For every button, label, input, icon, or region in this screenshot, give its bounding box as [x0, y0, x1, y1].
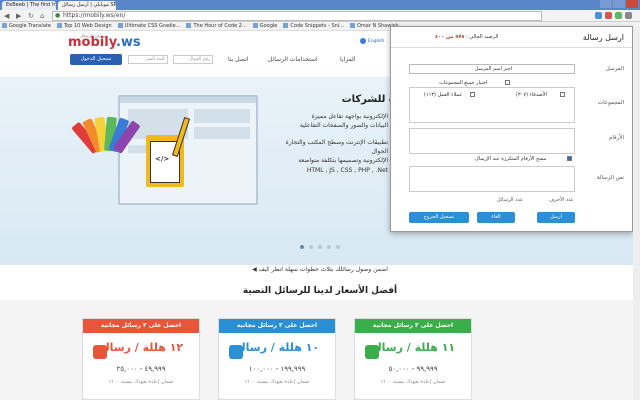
bookmark[interactable]: Code Snippets - Sni... [283, 22, 344, 30]
site-logo[interactable]: mobily.ws [68, 35, 141, 50]
card-note: ضمان إعادة نقودك بنسبة ١٠٠٪ [108, 379, 174, 385]
nav-features[interactable]: المزايا [340, 56, 355, 63]
groups-list: الأصدقاء (٣٠٧) عملاء العمل (١١٣) [409, 87, 575, 123]
nav-sms-uses[interactable]: استخدامات الرسائل [268, 56, 318, 63]
delete-repeated-checkbox[interactable] [567, 156, 572, 161]
send-message-modal: الرصيد الحالي : ٥٧٥ من ٤٠٠ ارسل رسالة ال… [390, 26, 633, 232]
hero-tech-line: HTML , JS , CSS , PHP , .Net [306, 167, 388, 174]
slider-dot[interactable] [309, 245, 313, 249]
bookmark[interactable]: Top 10 Web Design [56, 22, 112, 30]
menu-icon[interactable] [625, 12, 632, 19]
bookmark[interactable]: Google Translate [2, 22, 51, 30]
bookmark[interactable]: Ultimate CSS Gradie... [117, 22, 180, 30]
extension-icon[interactable] [595, 12, 602, 19]
message-label: نص الرسالة [596, 175, 624, 181]
hero-line: الجوال [371, 148, 389, 155]
nav-contact[interactable]: اتصل بنا [228, 56, 248, 63]
maximize-icon[interactable] [613, 0, 625, 8]
illustration-window [118, 95, 258, 205]
back-icon[interactable]: ◀ [4, 12, 9, 20]
slider-dot[interactable] [300, 245, 304, 249]
slider-dot[interactable] [327, 245, 331, 249]
refresh-icon[interactable]: ↻ [28, 12, 34, 20]
slider-dot[interactable] [318, 245, 322, 249]
card-header[interactable]: احصل على ٣ رسائل مجانية [83, 319, 199, 333]
card-note: ضمان إعادة نقودك بنسبة ١٠٠٪ [244, 379, 310, 385]
forward-icon[interactable]: ▶ [16, 12, 21, 20]
coins-icon [93, 345, 107, 359]
coins-icon [229, 345, 243, 359]
close-icon[interactable] [626, 0, 638, 8]
group-friends-checkbox[interactable] [560, 92, 565, 97]
home-icon[interactable]: ⌂ [40, 12, 44, 20]
hero-line: تطبيقات الإنترنت وسطح المكتب والتجارة [285, 139, 388, 146]
browser-tab[interactable]: EeBeeb | The first hybrid [2, 1, 56, 10]
bookmark[interactable]: Google [252, 22, 277, 30]
card-range: ١٩٩,٩٩٩ - ١٠٠,٠٠٠ [248, 365, 306, 373]
prices-title: أفضل الأسعار لدينا للرسائل النصية [242, 286, 398, 296]
card-header[interactable]: احصل على ٣ رسائل مجانية [219, 319, 335, 333]
send-button[interactable]: أرسل [537, 212, 575, 223]
select-all-groups-checkbox[interactable] [505, 80, 510, 85]
slider-dot[interactable] [336, 245, 340, 249]
group-clients-label: عملاء العمل (١١٣) [424, 92, 463, 98]
url-text: https://mobily.ws/en/ [63, 12, 126, 19]
extension-icon[interactable] [615, 12, 622, 19]
hero-line: الإلكترونية بواجهة تفاعل مميزة [311, 113, 388, 120]
minimize-icon[interactable] [600, 0, 612, 8]
hero-line: الإلكترونية وتصميمها بتكلفة متواضعة [298, 157, 388, 164]
globe-icon [360, 38, 366, 44]
extension-icon[interactable] [605, 12, 612, 19]
slider-dots [0, 245, 640, 251]
browser-tab-bar: EeBeeb | The first hybrid موبايلي | أرسل… [0, 0, 640, 10]
price-card: احصل على ٣ رسائل مجانية ١١ هللة / رسالة … [354, 318, 472, 400]
balance-display: الرصيد الحالي : ٥٧٥ من ٤٠٠ [435, 34, 499, 40]
card-range: ٤٩,٩٩٩ - ٢٥,٠٠٠ [116, 365, 166, 373]
groups-label: المجموعات [597, 100, 624, 106]
coins-icon [365, 345, 379, 359]
numbers-label: الأرقام [608, 135, 624, 141]
modal-header: الرصيد الحالي : ٥٧٥ من ٤٠٠ ارسل رسالة [391, 27, 632, 48]
bookmark[interactable]: The Hour of Code 2... [186, 22, 247, 30]
page-scrollbar[interactable] [633, 26, 640, 400]
char-count-label: عدد الأحرف [549, 197, 574, 203]
browser-tab-active[interactable]: موبايلي | أرسل رسائل SMS [58, 1, 116, 10]
password-input[interactable]: كلمة السر [128, 55, 168, 64]
modal-title: ارسل رسالة [582, 33, 624, 42]
login-button[interactable]: تسجيل الدخول [70, 54, 122, 65]
price-card: احصل على ٣ رسائل مجانية ١٢ هللة / رسالة … [82, 318, 200, 400]
card-note: ضمان إعادة نقودك بنسبة ١٠٠٪ [380, 379, 446, 385]
lock-icon: ● [55, 12, 61, 19]
message-textarea[interactable] [409, 166, 575, 192]
url-input[interactable]: ● https://mobily.ws/en/ [52, 11, 542, 21]
hero-line: البيانات والصور والصفحات التفاعلية [299, 122, 388, 129]
card-range: ٩٩,٩٩٩ - ٥٠,٠٠٠ [388, 365, 438, 373]
delete-repeated-label: مسح الأرقام المتكررة عند الإرسال [475, 156, 547, 162]
numbers-textarea[interactable] [409, 128, 575, 154]
select-all-groups-label: اختيار جميع المجموعات [439, 80, 488, 86]
address-bar: ◀ ▶ ↻ ⌂ ● https://mobily.ws/en/ [0, 10, 640, 22]
mobile-input[interactable]: رقم الجوال [173, 55, 213, 64]
group-friends-label: الأصدقاء (٣٠٧) [516, 92, 547, 98]
price-card: احصل على ٣ رسائل مجانية ١٠ هللة / رسالة … [218, 318, 336, 400]
card-header[interactable]: احصل على ٣ رسائل مجانية [355, 319, 471, 333]
window-controls [600, 0, 638, 8]
extension-icons [595, 12, 632, 19]
sender-label: المرسل [605, 66, 624, 72]
english-link[interactable]: English [368, 39, 384, 44]
how-it-works-link[interactable]: اضمن وصول رسائلك بثلاث خطوات سهلة انظر ك… [200, 266, 440, 273]
logout-button[interactable]: تسجيل الخروج [409, 212, 469, 223]
msg-count-label: عدد الرسائل [497, 197, 523, 203]
sender-select[interactable]: اختر اسم المرسل [409, 64, 575, 74]
group-clients-checkbox[interactable] [470, 92, 475, 97]
cancel-button[interactable]: الغاء [477, 212, 515, 223]
